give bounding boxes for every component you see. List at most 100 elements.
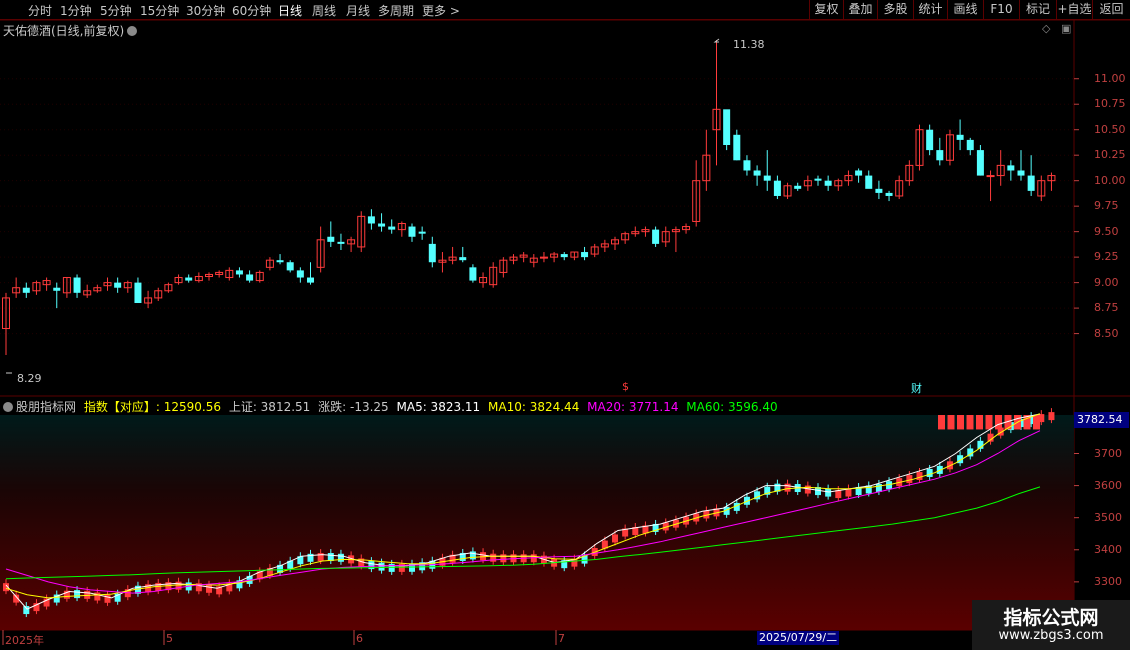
candle-body bbox=[581, 252, 589, 258]
candle-body bbox=[469, 267, 477, 281]
candle-body bbox=[378, 223, 386, 227]
watermark-url: www.zbgs3.com bbox=[998, 628, 1104, 643]
index-candle-body bbox=[985, 415, 993, 430]
indicator-name[interactable]: 股朋指标网 bbox=[16, 400, 76, 414]
candle-body bbox=[885, 192, 893, 196]
index-label: 指数【对应】 bbox=[83, 400, 156, 414]
index-candle-body bbox=[995, 415, 1002, 430]
candle-body bbox=[307, 277, 314, 283]
indicator-title-bar: 股朋指标网 指数【对应】: 12590.56 上证: 3812.51 涨跌: -… bbox=[3, 398, 778, 415]
indicator-axis-label: 3500 bbox=[1094, 510, 1122, 524]
candle-body bbox=[814, 178, 822, 181]
index-candle-body bbox=[938, 415, 945, 430]
price-axis-label: 9.50 bbox=[1094, 224, 1119, 238]
candle-body bbox=[1017, 170, 1025, 176]
indicator-axis-label: 3300 bbox=[1094, 574, 1122, 588]
candle-body bbox=[560, 254, 568, 258]
candle-body bbox=[185, 277, 193, 281]
change-label: 涨跌: -13.25 bbox=[318, 400, 389, 414]
candle-body bbox=[408, 226, 416, 237]
index-candle-body bbox=[1033, 415, 1040, 430]
indicator-background bbox=[0, 415, 1074, 630]
diamond-icon[interactable]: ◇ bbox=[1042, 22, 1050, 35]
price-axis-label: 8.50 bbox=[1094, 326, 1119, 340]
candle-body bbox=[134, 282, 142, 304]
price-axis-label: 11.00 bbox=[1094, 71, 1126, 85]
index-candle-body bbox=[825, 488, 832, 497]
stock-title: 天佑德酒(日线,前复权) bbox=[3, 24, 125, 38]
candle-body bbox=[418, 231, 426, 234]
ma10-label: MA10: 3824.44 bbox=[488, 400, 580, 414]
index-value: : 12590.56 bbox=[155, 400, 221, 414]
candle-body bbox=[73, 277, 81, 293]
low-price-label: 8.29 bbox=[17, 372, 42, 385]
index-candle-body bbox=[490, 553, 497, 562]
candle-body bbox=[956, 134, 964, 140]
index-candle-body bbox=[875, 483, 882, 492]
index-candle-body bbox=[378, 562, 385, 571]
dividend-marker[interactable]: $ bbox=[622, 380, 629, 393]
candle-body bbox=[753, 170, 761, 176]
cursor-date-label: 2025/07/29/二 bbox=[757, 631, 840, 645]
candle-body bbox=[976, 150, 984, 176]
candle-body bbox=[652, 229, 660, 244]
index-candle-body bbox=[500, 554, 507, 563]
candle-body bbox=[763, 175, 771, 181]
candle-body bbox=[926, 129, 934, 151]
candle-body bbox=[1007, 165, 1015, 171]
date-axis-label: 6 bbox=[356, 632, 363, 645]
index-candle-body bbox=[74, 590, 81, 599]
candle-body bbox=[986, 175, 995, 178]
candle-body bbox=[936, 150, 944, 161]
candle-body bbox=[733, 134, 741, 161]
date-axis-label: 2025年 bbox=[5, 634, 44, 647]
ma5-label: MA5: 3823.11 bbox=[396, 400, 481, 414]
candle-body bbox=[459, 257, 467, 261]
index-candle-body bbox=[784, 483, 791, 492]
index-candle-body bbox=[966, 415, 974, 430]
index-candle-body bbox=[23, 606, 30, 615]
candle-body bbox=[388, 226, 396, 230]
index-candle-body bbox=[916, 472, 923, 481]
index-candle-body bbox=[947, 415, 955, 430]
index-candle-body bbox=[1048, 412, 1055, 421]
chart-canvas bbox=[0, 19, 1130, 645]
price-axis-label: 10.50 bbox=[1094, 122, 1126, 136]
candle-body bbox=[296, 270, 304, 278]
maximize-icon[interactable]: ▣ bbox=[1061, 22, 1071, 35]
watermark-title: 指标公式网 bbox=[1003, 607, 1099, 629]
index-candle-body bbox=[976, 415, 983, 430]
candle-body bbox=[235, 270, 243, 275]
candle-body bbox=[824, 180, 832, 186]
price-axis-label: 9.00 bbox=[1094, 275, 1119, 289]
candle-body bbox=[337, 241, 345, 244]
price-axis-label: 10.00 bbox=[1094, 173, 1126, 187]
candle-body bbox=[723, 109, 731, 145]
candle-body bbox=[865, 175, 873, 189]
ma20-label: MA20: 3771.14 bbox=[587, 400, 679, 414]
candle-body bbox=[114, 282, 122, 288]
candle-body bbox=[428, 243, 436, 263]
indicator-axis-label: 3700 bbox=[1094, 446, 1122, 460]
index-candle-body bbox=[612, 534, 618, 543]
index-candle-body bbox=[926, 468, 933, 477]
index-candle-body bbox=[206, 584, 212, 593]
financial-report-marker[interactable]: 财 bbox=[911, 380, 922, 396]
indicator-axis-label: 3600 bbox=[1094, 478, 1122, 492]
candle-body bbox=[966, 139, 974, 151]
main-panel-title: 天佑德酒(日线,前复权) bbox=[3, 22, 138, 39]
candle-body bbox=[246, 274, 254, 281]
date-axis-label: 5 bbox=[166, 632, 173, 645]
candle-body bbox=[367, 216, 375, 224]
index-candle-body bbox=[906, 475, 913, 484]
candle-body bbox=[276, 260, 284, 263]
chevron-down-icon[interactable] bbox=[3, 402, 13, 412]
sh-index-label: 上证: 3812.51 bbox=[228, 400, 311, 414]
candle-body bbox=[286, 262, 294, 271]
price-axis-label: 10.75 bbox=[1094, 97, 1126, 111]
chevron-down-icon[interactable] bbox=[127, 26, 138, 36]
ma60-label: MA60: 3596.40 bbox=[686, 400, 778, 414]
indicator-axis-label: 3400 bbox=[1094, 542, 1122, 556]
price-axis-label: 9.75 bbox=[1094, 199, 1119, 213]
candle-body bbox=[22, 287, 30, 293]
